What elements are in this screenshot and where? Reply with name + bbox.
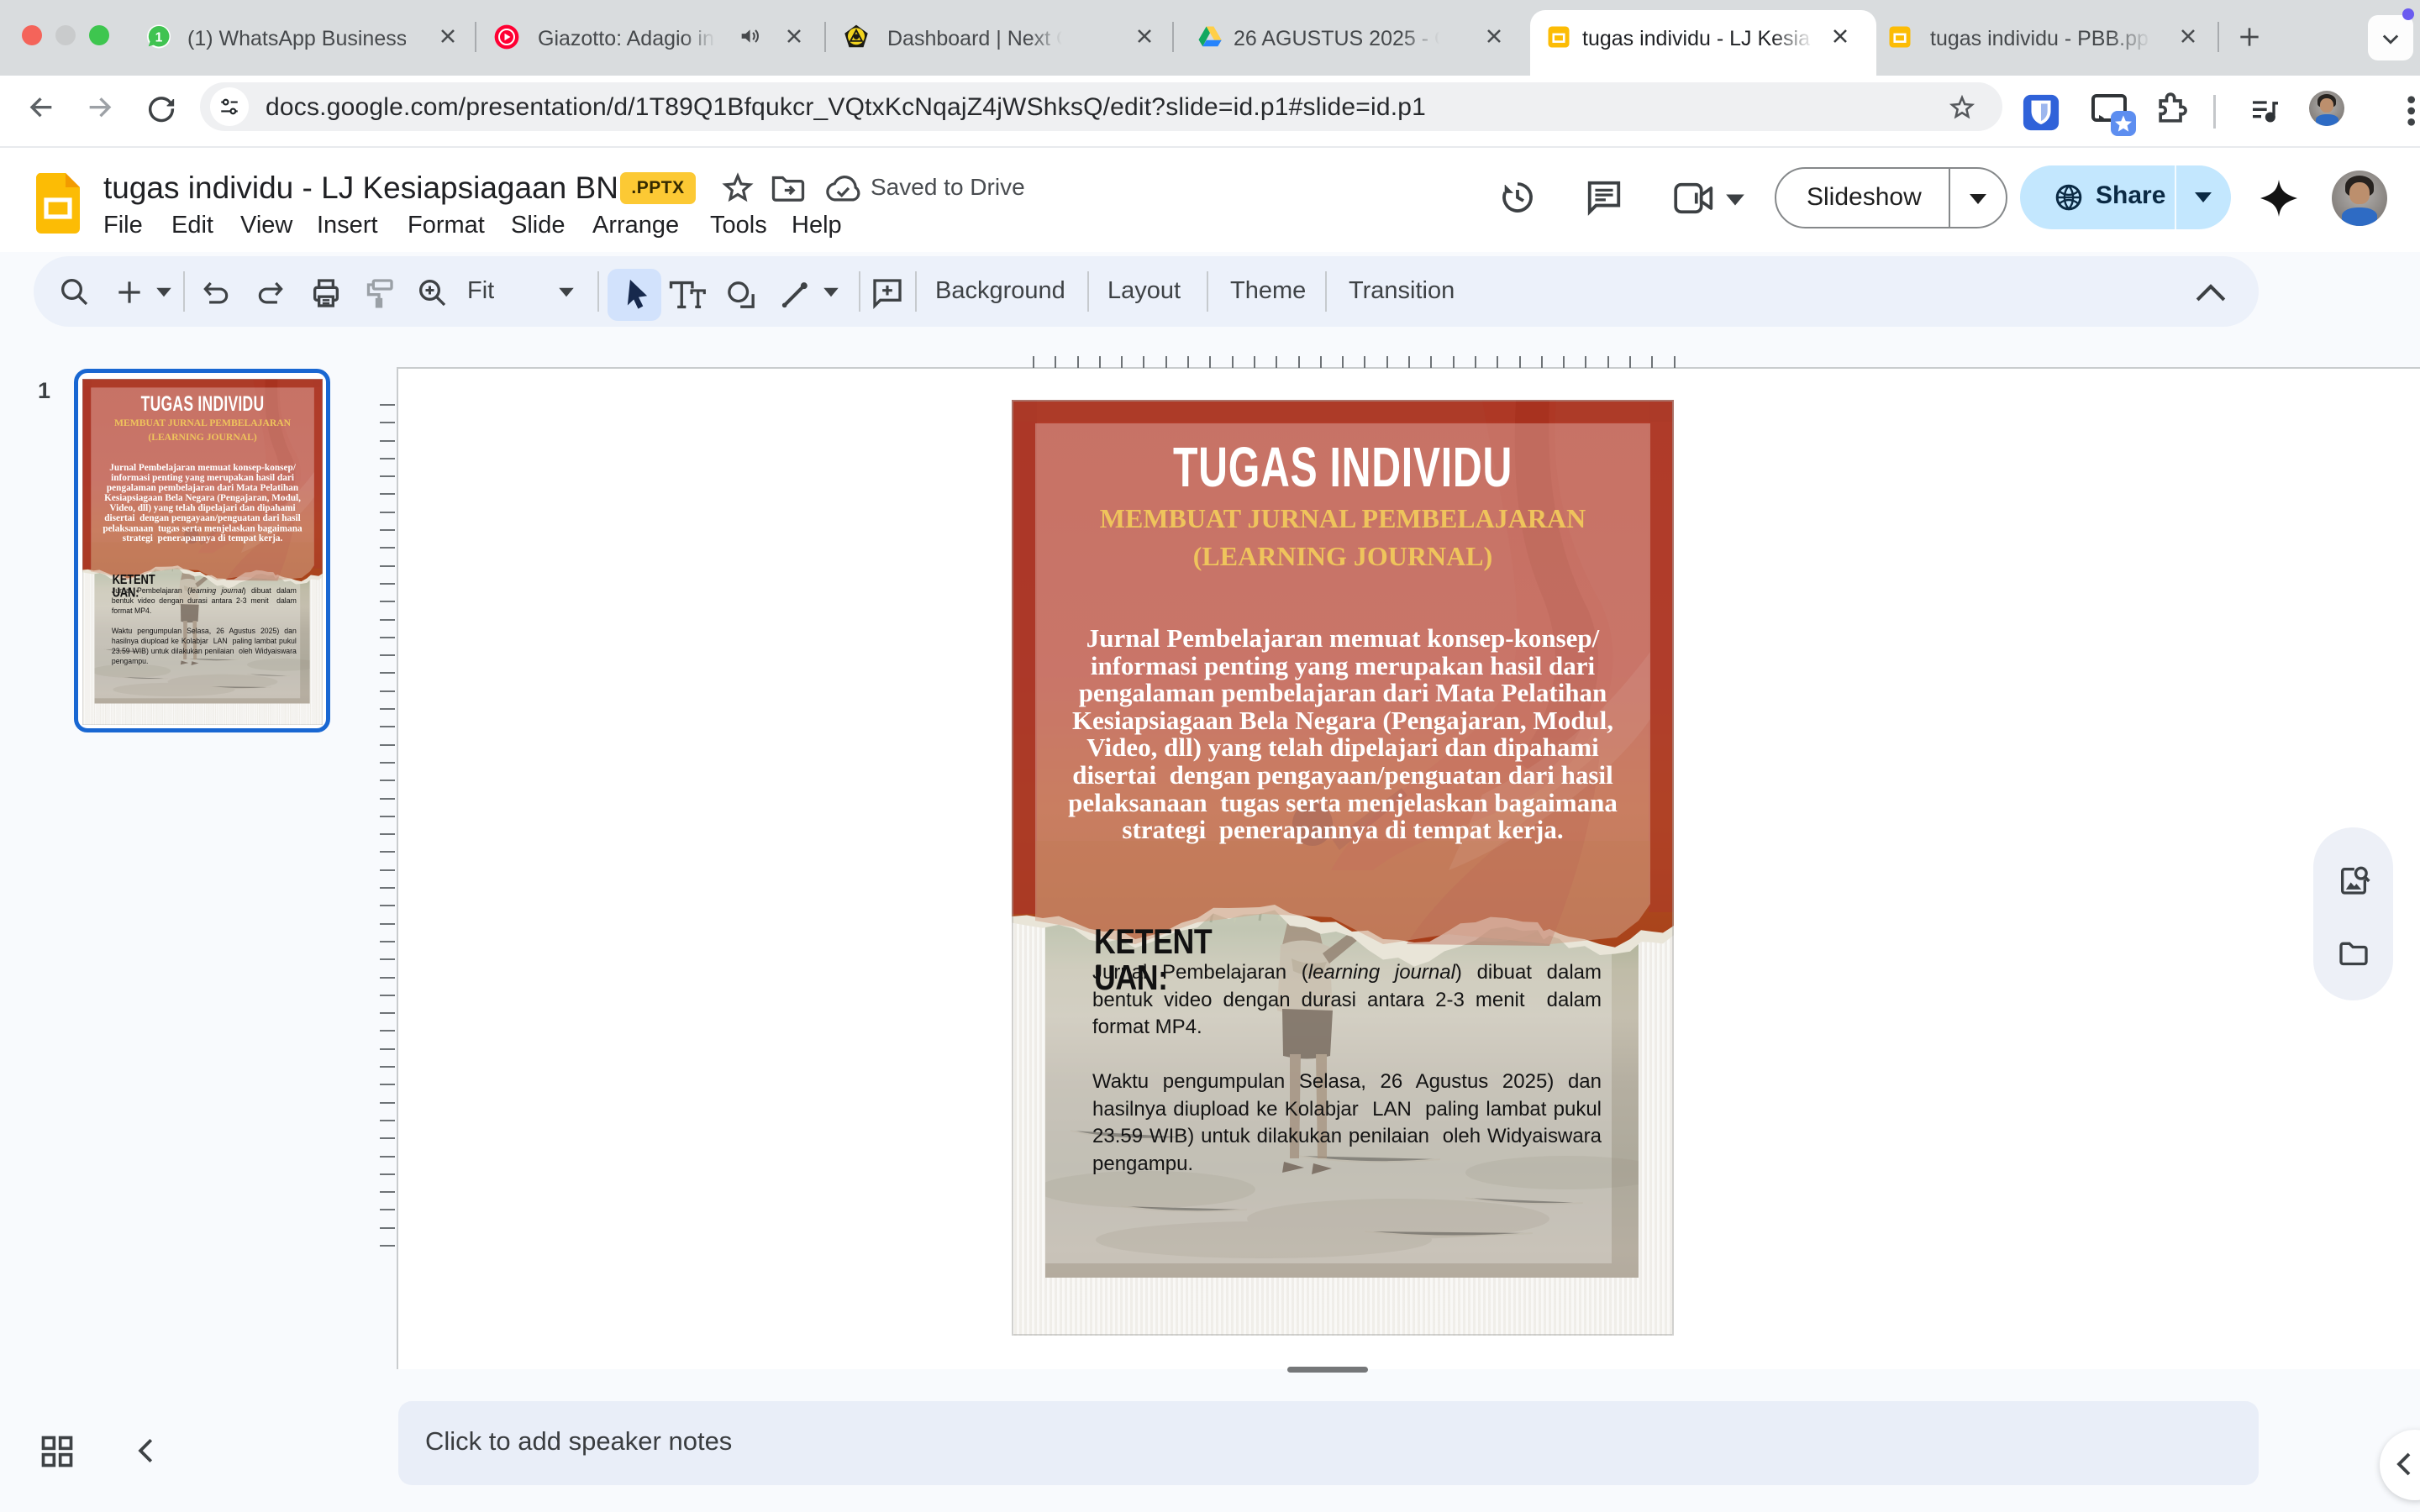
svg-text:1: 1 xyxy=(155,30,163,45)
